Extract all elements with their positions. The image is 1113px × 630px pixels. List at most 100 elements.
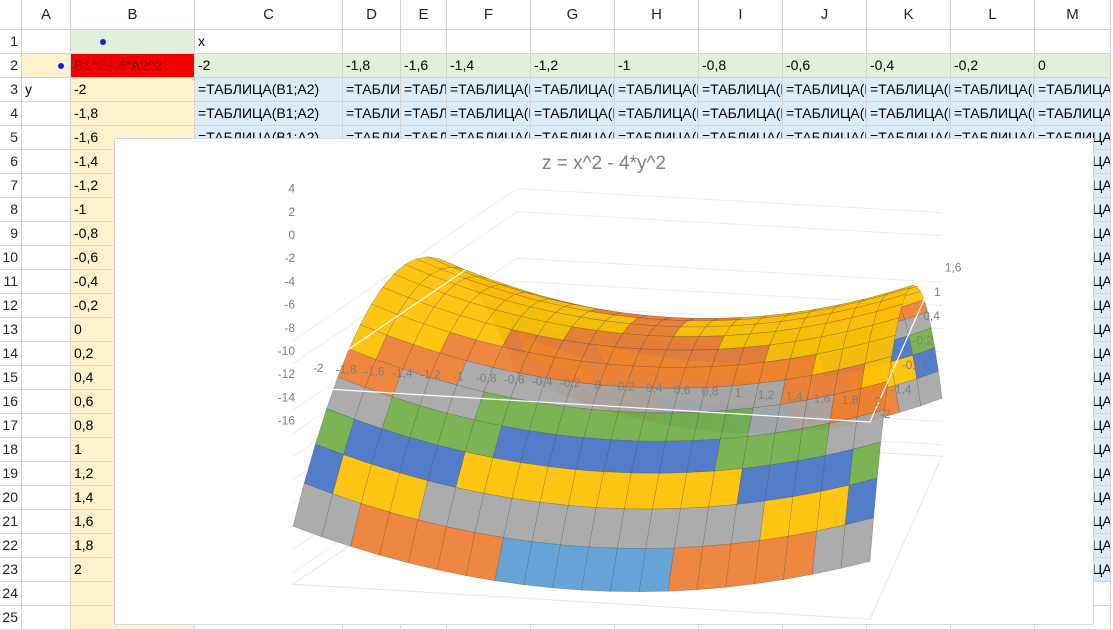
row-header-3[interactable]: 3 <box>0 78 22 102</box>
cell-l1[interactable] <box>951 30 1035 54</box>
row-header-21[interactable]: 21 <box>0 510 22 534</box>
cell-a19[interactable] <box>22 462 71 486</box>
cell-j1[interactable] <box>783 30 867 54</box>
column-header-h[interactable]: H <box>615 0 699 30</box>
column-header-g[interactable]: G <box>531 0 615 30</box>
cell-f4[interactable]: =ТАБЛИЦА(B1;A2) <box>447 102 531 126</box>
cell-g1[interactable] <box>531 30 615 54</box>
row-header-20[interactable]: 20 <box>0 486 22 510</box>
cell-a17[interactable] <box>22 414 71 438</box>
cell-j2[interactable]: -0,6 <box>783 54 867 78</box>
column-header-a[interactable]: A <box>22 0 71 30</box>
column-header-k[interactable]: K <box>867 0 951 30</box>
row-header-19[interactable]: 19 <box>0 462 22 486</box>
row-header-6[interactable]: 6 <box>0 150 22 174</box>
cell-a13[interactable] <box>22 318 71 342</box>
row-header-14[interactable]: 14 <box>0 342 22 366</box>
cell-d2[interactable]: -1,8 <box>343 54 401 78</box>
cell-f2[interactable]: -1,4 <box>447 54 531 78</box>
column-header-i[interactable]: I <box>699 0 783 30</box>
row-header-11[interactable]: 11 <box>0 270 22 294</box>
cell-a7[interactable] <box>22 174 71 198</box>
cell-a21[interactable] <box>22 510 71 534</box>
column-header-b[interactable]: B <box>71 0 195 30</box>
cell-m1[interactable] <box>1035 30 1111 54</box>
row-header-17[interactable]: 17 <box>0 414 22 438</box>
cell-m2[interactable]: 0 <box>1035 54 1111 78</box>
selection-handle-left[interactable] <box>58 63 64 69</box>
cell-a6[interactable] <box>22 150 71 174</box>
cell-a24[interactable] <box>22 582 71 606</box>
row-header-10[interactable]: 10 <box>0 246 22 270</box>
cell-i2[interactable]: -0,8 <box>699 54 783 78</box>
row-header-22[interactable]: 22 <box>0 534 22 558</box>
cell-b4[interactable]: -1,8 <box>71 102 195 126</box>
cell-b1[interactable] <box>71 30 195 54</box>
row-header-15[interactable]: 15 <box>0 366 22 390</box>
cell-e1[interactable] <box>401 30 447 54</box>
cell-c1[interactable]: x <box>195 30 343 54</box>
cell-f3[interactable]: =ТАБЛИЦА(B1;A2) <box>447 78 531 102</box>
column-header-l[interactable]: L <box>951 0 1035 30</box>
row-header-2[interactable]: 2 <box>0 54 22 78</box>
cell-i4[interactable]: =ТАБЛИЦА(B1;A2) <box>699 102 783 126</box>
cell-e3[interactable]: =ТАБЛИЦА(B1;A2) <box>401 78 447 102</box>
row-header-16[interactable]: 16 <box>0 390 22 414</box>
cell-g4[interactable]: =ТАБЛИЦА(B1;A2) <box>531 102 615 126</box>
cell-e2[interactable]: -1,6 <box>401 54 447 78</box>
cell-a1[interactable] <box>22 30 71 54</box>
row-header-4[interactable]: 4 <box>0 102 22 126</box>
cell-i3[interactable]: =ТАБЛИЦА(B1;A2) <box>699 78 783 102</box>
column-header-d[interactable]: D <box>343 0 401 30</box>
column-header-m[interactable]: M <box>1035 0 1111 30</box>
cell-j4[interactable]: =ТАБЛИЦА(B1;A2) <box>783 102 867 126</box>
cell-a23[interactable] <box>22 558 71 582</box>
cell-a5[interactable] <box>22 126 71 150</box>
cell-a25[interactable] <box>22 606 71 630</box>
column-header-c[interactable]: C <box>195 0 343 30</box>
cell-j3[interactable]: =ТАБЛИЦА(B1;A2) <box>783 78 867 102</box>
row-header-7[interactable]: 7 <box>0 174 22 198</box>
column-header-j[interactable]: J <box>783 0 867 30</box>
cell-a8[interactable] <box>22 198 71 222</box>
cell-a3[interactable]: y <box>22 78 71 102</box>
cell-d3[interactable]: =ТАБЛИЦА(B1;A2) <box>343 78 401 102</box>
cell-g3[interactable]: =ТАБЛИЦА(B1;A2) <box>531 78 615 102</box>
cell-d4[interactable]: =ТАБЛИЦА(B1;A2) <box>343 102 401 126</box>
cell-f1[interactable] <box>447 30 531 54</box>
cell-b2[interactable]: B1^2 - 4*A2^2 <box>71 54 195 78</box>
row-header-9[interactable]: 9 <box>0 222 22 246</box>
cell-h3[interactable]: =ТАБЛИЦА(B1;A2) <box>615 78 699 102</box>
cell-a18[interactable] <box>22 438 71 462</box>
cell-a11[interactable] <box>22 270 71 294</box>
cell-l3[interactable]: =ТАБЛИЦА(B1;A2) <box>951 78 1035 102</box>
column-header-e[interactable]: E <box>401 0 447 30</box>
cell-a20[interactable] <box>22 486 71 510</box>
cell-k3[interactable]: =ТАБЛИЦА(B1;A2) <box>867 78 951 102</box>
cell-h2[interactable]: -1 <box>615 54 699 78</box>
select-all-corner[interactable] <box>0 0 22 30</box>
cell-k2[interactable]: -0,4 <box>867 54 951 78</box>
cell-i1[interactable] <box>699 30 783 54</box>
cell-k1[interactable] <box>867 30 951 54</box>
cell-e4[interactable]: =ТАБЛИЦА(B1;A2) <box>401 102 447 126</box>
row-header-5[interactable]: 5 <box>0 126 22 150</box>
row-header-25[interactable]: 25 <box>0 606 22 630</box>
cell-l4[interactable]: =ТАБЛИЦА(B1;A2) <box>951 102 1035 126</box>
cell-a4[interactable] <box>22 102 71 126</box>
cell-c3[interactable]: =ТАБЛИЦА(B1;A2) <box>195 78 343 102</box>
column-header-f[interactable]: F <box>447 0 531 30</box>
row-header-24[interactable]: 24 <box>0 582 22 606</box>
cell-a16[interactable] <box>22 390 71 414</box>
cell-a9[interactable] <box>22 222 71 246</box>
cell-m3[interactable]: =ТАБЛИЦА(B1;A2) <box>1035 78 1111 102</box>
row-header-1[interactable]: 1 <box>0 30 22 54</box>
cell-c4[interactable]: =ТАБЛИЦА(B1;A2) <box>195 102 343 126</box>
cell-d1[interactable] <box>343 30 401 54</box>
cell-h4[interactable]: =ТАБЛИЦА(B1;A2) <box>615 102 699 126</box>
surface-chart[interactable]: z = x^2 - 4*y^2 4 2 0 -2 -4 -6 -8 -10 -12 -14 -16-… <box>114 138 1094 625</box>
cell-a15[interactable] <box>22 366 71 390</box>
row-header-12[interactable]: 12 <box>0 294 22 318</box>
selection-handle-top[interactable] <box>100 39 106 45</box>
cell-a10[interactable] <box>22 246 71 270</box>
